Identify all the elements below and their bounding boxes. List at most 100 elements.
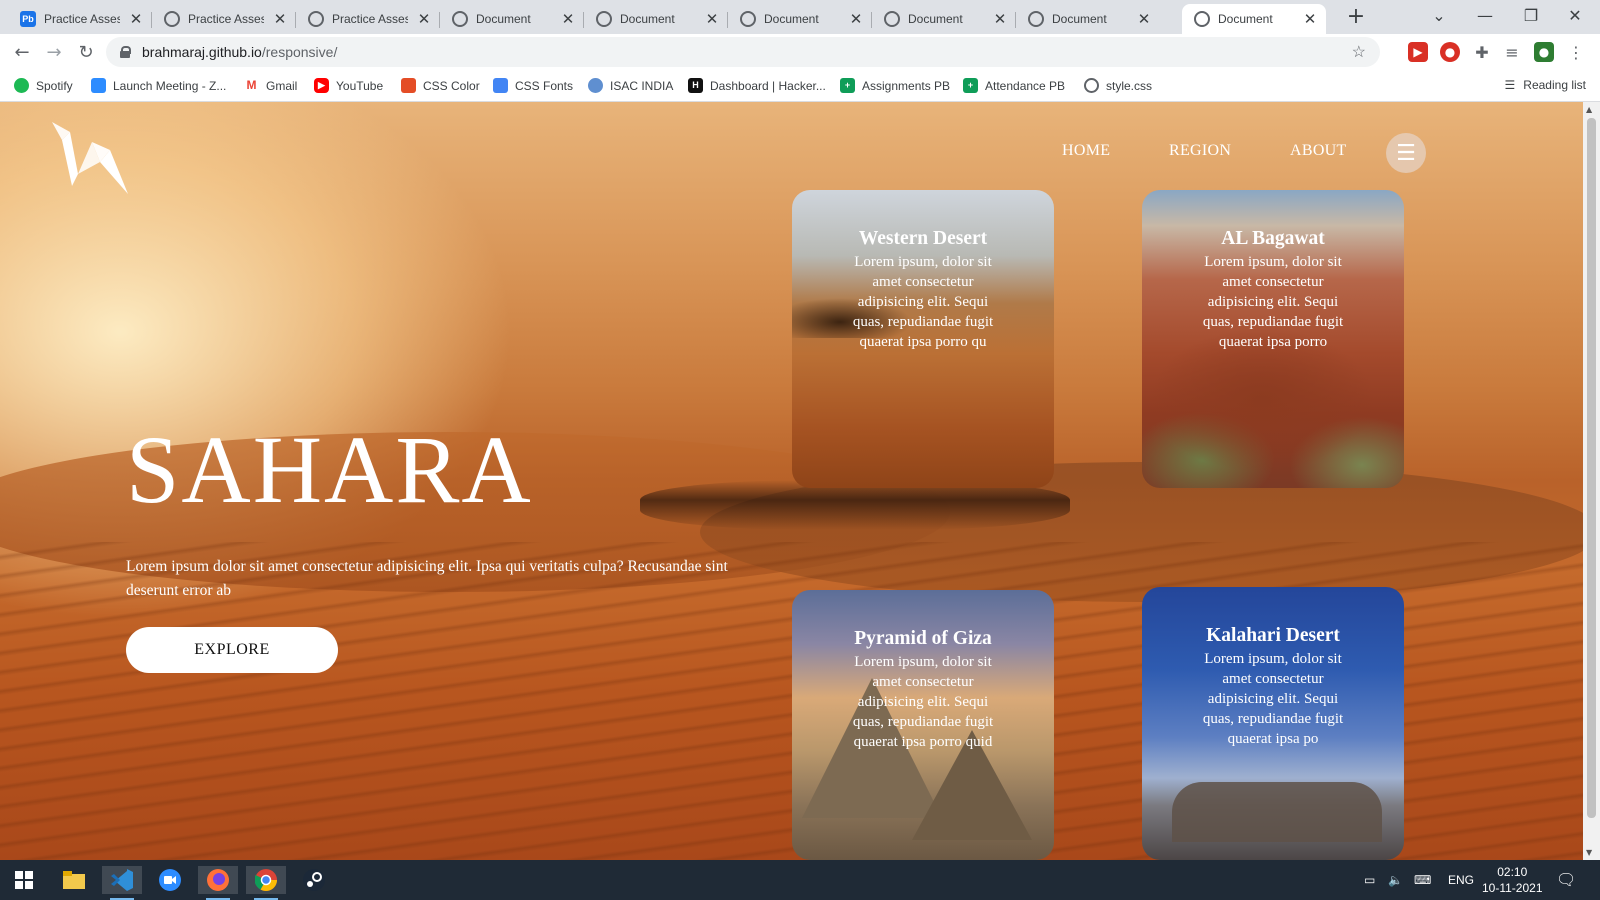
globe-icon bbox=[1194, 11, 1210, 27]
tab-active[interactable]: Document ✕ bbox=[1182, 4, 1326, 34]
scrollbar-thumb[interactable] bbox=[1587, 118, 1596, 818]
card-text: Lorem ipsum, dolor sit amet consectetur … bbox=[1202, 651, 1344, 747]
extensions-puzzle-icon[interactable]: ✚ bbox=[1472, 42, 1492, 62]
hamburger-menu-button[interactable]: ☰ bbox=[1386, 133, 1426, 173]
profile-avatar[interactable]: ● bbox=[1534, 42, 1554, 62]
bookmark-label: CSS Fonts bbox=[515, 78, 574, 93]
chrome-icon[interactable] bbox=[246, 866, 286, 900]
clock-date: 10-11-2021 bbox=[1482, 881, 1543, 895]
bookmark-item[interactable]: H Dashboard | Hacker... bbox=[688, 78, 826, 93]
bookmark-label: style.css bbox=[1106, 78, 1153, 93]
close-icon[interactable]: ✕ bbox=[128, 10, 144, 28]
region-card[interactable]: Kalahari Desert Lorem ipsum, dolor sit a… bbox=[1142, 587, 1404, 860]
bookmark-label: Assignments PB bbox=[862, 78, 951, 93]
tab[interactable]: Document ✕ bbox=[728, 4, 872, 34]
media-controls-icon[interactable]: ≡ bbox=[1502, 42, 1522, 62]
scroll-up-arrow-icon[interactable]: ▲ bbox=[1586, 105, 1592, 114]
new-tab-button[interactable]: + bbox=[1342, 4, 1370, 29]
page-scrollbar[interactable]: ▲ ▼ bbox=[1583, 102, 1600, 860]
origami-bird-logo[interactable] bbox=[48, 122, 130, 194]
network-icon[interactable]: ▭ bbox=[1364, 860, 1375, 900]
extension-badge-icon[interactable]: ● bbox=[1440, 42, 1460, 62]
tab[interactable]: Document ✕ bbox=[1016, 4, 1160, 34]
nav-about[interactable]: ABOUT bbox=[1290, 142, 1347, 160]
extension-icon[interactable]: ▶ bbox=[1408, 42, 1428, 62]
page-viewport: HOME REGION ABOUT ☰ SAHARA Lorem ipsum d… bbox=[0, 102, 1583, 860]
region-card[interactable]: Western Desert Lorem ipsum, dolor sit am… bbox=[792, 190, 1054, 488]
scroll-down-arrow-icon[interactable]: ▼ bbox=[1586, 848, 1592, 857]
bookmark-item[interactable]: ISAC INDIA bbox=[588, 78, 673, 93]
reload-button[interactable]: ↻ bbox=[74, 40, 98, 64]
card-title: Kalahari Desert bbox=[1206, 625, 1340, 646]
steam-icon[interactable] bbox=[294, 866, 334, 894]
bookmark-item[interactable]: + Assignments PB bbox=[840, 78, 950, 93]
close-icon[interactable]: ✕ bbox=[272, 10, 288, 28]
region-card[interactable]: Pyramid of Giza Lorem ipsum, dolor sit a… bbox=[792, 590, 1054, 860]
bookmark-item[interactable]: M Gmail bbox=[244, 78, 297, 93]
back-button[interactable]: ← bbox=[10, 40, 34, 64]
tab-search-icon[interactable]: ⌄ bbox=[1424, 6, 1454, 25]
globe-icon bbox=[308, 11, 324, 27]
tab[interactable]: Practice Assessm ✕ bbox=[152, 4, 296, 34]
more-menu-icon[interactable]: ⋮ bbox=[1566, 42, 1586, 62]
explore-button[interactable]: EXPLORE bbox=[126, 627, 338, 673]
nav-region[interactable]: REGION bbox=[1169, 142, 1231, 160]
reading-list[interactable]: ☰ Reading list bbox=[1505, 78, 1586, 92]
bookmark-item[interactable]: Launch Meeting - Z... bbox=[91, 78, 226, 93]
tab-title: Practice Assessm bbox=[44, 12, 120, 26]
minimize-button[interactable]: — bbox=[1470, 6, 1500, 25]
bookmark-item[interactable]: ▶ YouTube bbox=[314, 78, 383, 93]
firefox-icon[interactable] bbox=[198, 866, 238, 900]
tab[interactable]: Document ✕ bbox=[584, 4, 728, 34]
region-card[interactable]: AL Bagawat Lorem ipsum, dolor sit amet c… bbox=[1142, 190, 1404, 488]
file-explorer-icon[interactable] bbox=[54, 866, 94, 894]
lock-icon[interactable] bbox=[120, 46, 131, 58]
tab[interactable]: Document ✕ bbox=[440, 4, 584, 34]
globe-icon bbox=[740, 11, 756, 27]
hamburger-icon: ☰ bbox=[1396, 140, 1416, 166]
clock-time: 02:10 bbox=[1497, 865, 1528, 879]
clock[interactable]: 02:10 10-11-2021 bbox=[1482, 864, 1543, 896]
close-icon[interactable]: ✕ bbox=[1302, 10, 1318, 28]
globe-icon bbox=[596, 11, 612, 27]
card-text: Lorem ipsum, dolor sit amet consectetur … bbox=[852, 254, 994, 350]
tab[interactable]: Practice Assessm ✕ bbox=[296, 4, 440, 34]
close-icon[interactable]: ✕ bbox=[992, 10, 1008, 28]
vscode-icon[interactable] bbox=[102, 866, 142, 900]
close-icon[interactable]: ✕ bbox=[560, 10, 576, 28]
tab[interactable]: Document ✕ bbox=[872, 4, 1016, 34]
language-indicator[interactable]: ENG bbox=[1448, 860, 1474, 900]
bookmark-item[interactable]: CSS Fonts bbox=[493, 78, 573, 93]
css-icon bbox=[401, 78, 416, 93]
close-window-button[interactable]: ✕ bbox=[1560, 6, 1590, 25]
volume-icon[interactable]: 🔈 bbox=[1388, 860, 1403, 900]
zoom-icon[interactable] bbox=[150, 866, 190, 894]
tab-title: Practice Assessm bbox=[188, 12, 264, 26]
bookmark-item[interactable]: Spotify bbox=[14, 78, 73, 93]
forward-button[interactable]: → bbox=[42, 40, 66, 64]
notifications-icon[interactable]: 🗨 bbox=[1556, 860, 1576, 900]
tab-title: Document bbox=[620, 12, 675, 26]
bookmark-item[interactable]: + Attendance PB bbox=[963, 78, 1065, 93]
close-icon[interactable]: ✕ bbox=[848, 10, 864, 28]
tab[interactable]: Pb Practice Assessm ✕ bbox=[8, 4, 152, 34]
reading-list-label: Reading list bbox=[1523, 78, 1586, 92]
bookmark-star-icon[interactable]: ☆ bbox=[1352, 42, 1366, 62]
keyboard-icon[interactable]: ⌨ bbox=[1414, 860, 1431, 900]
close-icon[interactable]: ✕ bbox=[704, 10, 720, 28]
bookmark-label: Attendance PB bbox=[985, 78, 1066, 93]
globe-icon bbox=[884, 11, 900, 27]
address-bar[interactable]: brahmaraj.github.io/responsive/ ☆ bbox=[106, 37, 1380, 67]
nav-home[interactable]: HOME bbox=[1062, 142, 1110, 160]
hackerrank-icon: H bbox=[688, 78, 703, 93]
close-icon[interactable]: ✕ bbox=[1136, 10, 1152, 28]
windows-start-icon[interactable] bbox=[4, 866, 44, 894]
tab-title: Document bbox=[476, 12, 531, 26]
restore-button[interactable]: ❐ bbox=[1516, 6, 1546, 25]
bookmark-label: Spotify bbox=[36, 78, 73, 93]
bookmark-item[interactable]: style.css bbox=[1084, 78, 1152, 93]
hero-description: Lorem ipsum dolor sit amet consectetur a… bbox=[126, 558, 728, 599]
spotify-icon bbox=[14, 78, 29, 93]
close-icon[interactable]: ✕ bbox=[416, 10, 432, 28]
bookmark-item[interactable]: CSS Color bbox=[401, 78, 480, 93]
